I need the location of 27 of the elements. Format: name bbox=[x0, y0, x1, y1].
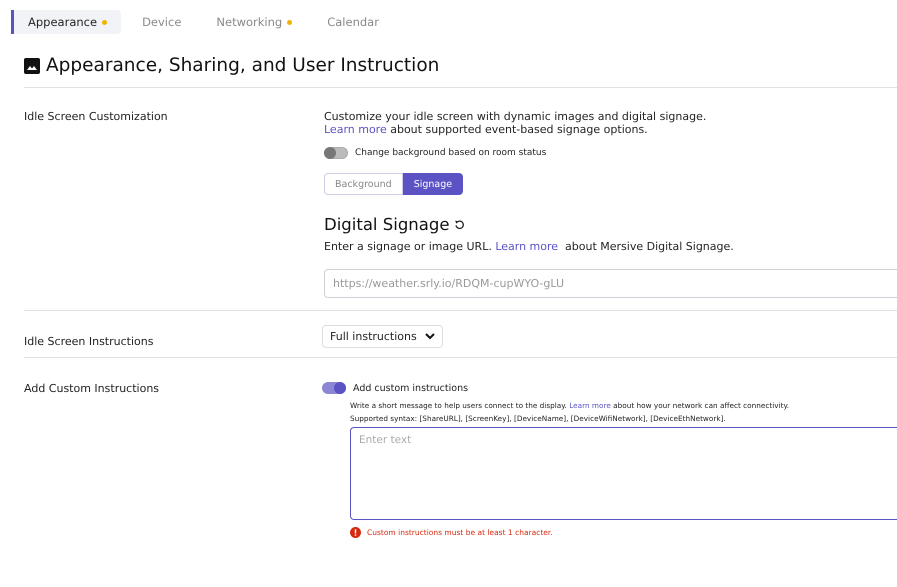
url-field[interactable]: https://weather.srly.io/RDQM-cupWYO-gLU bbox=[324, 269, 897, 298]
description-text: Customize your idle screen with dynamic images and digital signage. bbox=[324, 110, 708, 123]
error-icon bbox=[350, 527, 361, 538]
tab[interactable]: Appearance bbox=[11, 10, 122, 34]
learn-more-link[interactable]: Learn more bbox=[324, 123, 387, 136]
tab[interactable]: Device bbox=[125, 10, 196, 34]
toggle-switch[interactable] bbox=[324, 147, 348, 159]
toggle-switch[interactable] bbox=[322, 382, 346, 394]
tab[interactable]: Networking bbox=[199, 10, 306, 34]
segment-button[interactable]: Background bbox=[324, 173, 403, 195]
instructions-field[interactable]: Enter text bbox=[350, 427, 897, 520]
section-heading: Digital Signage bbox=[324, 215, 450, 234]
page-title: Appearance, Sharing, and User Instruction bbox=[46, 55, 440, 76]
image-icon bbox=[24, 58, 40, 74]
reset-icon[interactable] bbox=[454, 219, 466, 230]
description-text: Learn more about supported event-based signage options. bbox=[324, 123, 649, 136]
toggle-label: Add custom instructions bbox=[353, 382, 468, 394]
segment-button[interactable]: Signage bbox=[402, 173, 464, 195]
description-text: Enter a signage or image URL. Learn more about Mersive Digital Signage. bbox=[324, 240, 735, 253]
tab[interactable]: Calendar bbox=[310, 10, 393, 34]
setting-label: Idle Screen Instructions bbox=[24, 334, 154, 348]
toggle-label: Change background based on room status bbox=[355, 148, 546, 158]
setting-label: Add Custom Instructions bbox=[24, 382, 160, 397]
chevron-icon bbox=[424, 333, 435, 340]
learn-more-link[interactable]: Learn more bbox=[495, 240, 558, 253]
setting-label: Idle Screen Customization bbox=[24, 110, 169, 125]
instructions-dropdown[interactable]: Full instructions bbox=[322, 325, 443, 348]
